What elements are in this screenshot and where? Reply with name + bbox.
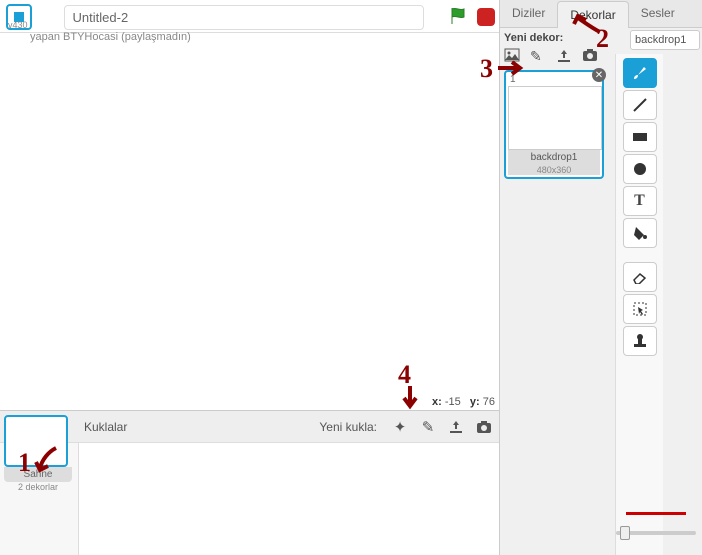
tab-dekorlar[interactable]: Dekorlar bbox=[557, 1, 628, 28]
sprite-upload-icon[interactable] bbox=[447, 418, 465, 436]
costume-name: backdrop1 bbox=[508, 150, 600, 165]
stop-icon[interactable] bbox=[477, 8, 495, 26]
stamp-tool-icon[interactable] bbox=[623, 326, 657, 356]
line-tool-icon[interactable] bbox=[623, 90, 657, 120]
costume-index: 1 bbox=[510, 74, 516, 85]
rect-tool-icon[interactable] bbox=[623, 122, 657, 152]
backdrop-camera-icon[interactable] bbox=[582, 48, 600, 64]
stage-thumb-label: Sahne bbox=[4, 467, 72, 482]
green-flag-icon[interactable] bbox=[449, 6, 469, 29]
brush-tool-icon[interactable] bbox=[623, 58, 657, 88]
tab-sesler[interactable]: Sesler bbox=[629, 0, 687, 27]
eraser-tool-icon[interactable] bbox=[623, 262, 657, 292]
project-title-input[interactable] bbox=[64, 5, 424, 30]
costume-dim: 480x360 bbox=[508, 165, 600, 175]
stage-thumbnail[interactable]: Sahne 2 dekorlar bbox=[4, 411, 72, 492]
stage-thumb-sub: 2 dekorlar bbox=[4, 482, 72, 492]
new-sprite-label: Yeni kukla: bbox=[319, 420, 377, 434]
stage-coords: x: -15 y: 76 bbox=[432, 396, 495, 408]
select-tool-icon[interactable] bbox=[623, 294, 657, 324]
author-label: yapan BTYHocasi (paylaşmadın) bbox=[30, 31, 499, 43]
backdrop-paint-icon[interactable]: ✎ bbox=[530, 48, 548, 64]
sprite-camera-icon[interactable] bbox=[475, 418, 493, 436]
sprites-area[interactable] bbox=[78, 443, 499, 555]
backdrop-upload-icon[interactable] bbox=[556, 48, 574, 64]
delete-costume-icon[interactable]: ✕ bbox=[592, 68, 606, 82]
fill-tool-icon[interactable] bbox=[623, 218, 657, 248]
color-preview bbox=[626, 512, 686, 515]
ellipse-tool-icon[interactable] bbox=[623, 154, 657, 184]
costume-name-input[interactable] bbox=[630, 30, 700, 50]
backdrop-library-icon[interactable] bbox=[504, 48, 522, 64]
new-backdrop-label: Yeni dekor: bbox=[504, 32, 611, 44]
text-tool-icon[interactable]: T bbox=[623, 186, 657, 216]
sprite-paint-icon[interactable]: ✎ bbox=[419, 418, 437, 436]
version-label: v430 bbox=[8, 20, 28, 30]
tab-diziler[interactable]: Diziler bbox=[500, 0, 557, 27]
sprite-library-icon[interactable]: ✦ bbox=[391, 418, 409, 436]
sprites-heading: Kuklalar bbox=[84, 420, 127, 434]
stage-area[interactable]: x: -15 y: 76 ◀ bbox=[0, 43, 499, 410]
costume-thumbnail[interactable]: 1 ✕ backdrop1 480x360 bbox=[504, 70, 604, 179]
brush-size-slider[interactable] bbox=[616, 531, 696, 535]
